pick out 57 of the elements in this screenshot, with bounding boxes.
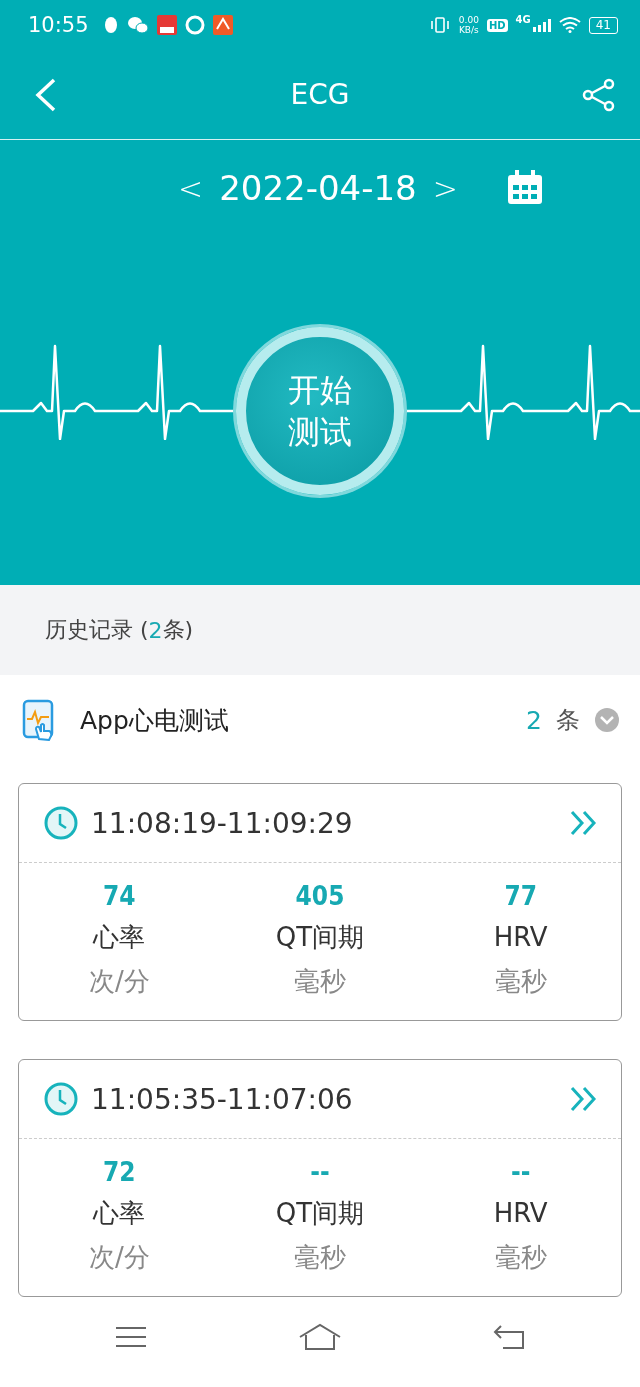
metric-value: 405 [295,881,345,914]
start-test-button[interactable]: 开始 测试 [236,326,404,495]
metric-value: 72 [103,1157,136,1190]
battery-indicator: 41 [588,16,618,34]
record-time: 11:08:19-11:09:29 [91,806,354,840]
record-card[interactable]: 11:05:35-11:07:06 72 心率 次/分 -- QT间期 毫秒 -- HRV 毫秒 [18,1059,622,1298]
page-title: ECG [290,78,350,111]
metric-value: -- [510,1157,531,1190]
double-chevron-icon[interactable] [569,809,599,838]
hd-badge: HD [486,18,508,32]
share-icon[interactable] [582,77,616,112]
metric-unit: 毫秒 [294,1241,346,1275]
metric-unit: 毫秒 [294,965,346,999]
metric-unit: 次/分 [88,1241,150,1275]
expand-icon[interactable] [594,707,620,734]
group-unit: 条 [556,705,580,737]
double-chevron-icon[interactable] [569,1085,599,1114]
wifi-icon [558,17,581,33]
metric-unit: 次/分 [88,965,150,999]
date-label: 2022-04-18 [219,168,417,208]
net-unit: KB/s [458,25,479,35]
network-label: 4G [515,14,531,25]
history-label: 历史记录 ( [45,616,149,645]
metric-unit: 毫秒 [494,965,547,999]
group-title: App心电测试 [80,704,230,737]
record-card[interactable]: 11:08:19-11:09:29 74 心率 次/分 405 QT间期 毫秒 77 HRV 毫秒 [18,783,622,1022]
next-day-button[interactable]: > [432,170,458,206]
net-speed: 0.00 [458,15,479,25]
clock: 10:55 [28,13,89,37]
metric-value: 74 [103,881,136,914]
history-count: 2 [148,617,163,643]
app-icon [156,15,177,35]
app-icon [184,15,205,35]
clock-icon [43,805,79,842]
group-count: 2 [526,705,542,735]
vibrate-icon [428,16,451,34]
metric-label: QT间期 [275,921,365,955]
clock-icon [43,1081,79,1118]
metric-value: -- [310,1157,330,1190]
calendar-icon[interactable] [505,170,544,206]
metric-label: HRV [493,921,548,955]
metric-unit: 毫秒 [494,1241,547,1275]
back-nav-icon[interactable] [492,1324,525,1351]
menu-icon[interactable] [115,1325,148,1350]
phone-ecg-icon [22,699,56,742]
home-icon[interactable] [298,1323,342,1352]
app-icon [212,15,233,35]
metric-label: HRV [493,1197,548,1231]
signal-icon [532,18,551,32]
record-time: 11:05:35-11:07:06 [91,1082,354,1116]
metric-label: 心率 [93,921,146,955]
metric-value: 77 [504,881,537,914]
metric-label: QT间期 [275,1197,365,1231]
history-unit: 条) [162,616,194,645]
metric-label: 心率 [93,1197,146,1231]
previous-day-button[interactable]: < [178,170,204,206]
chat-icon [126,16,149,34]
